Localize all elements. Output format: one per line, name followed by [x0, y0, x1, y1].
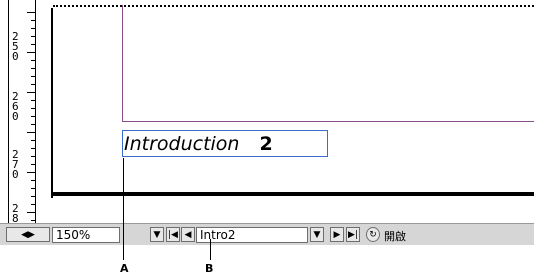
page-dropdown-button[interactable]: ▼	[310, 227, 324, 242]
dropdown-arrow-icon: ▼	[153, 229, 161, 240]
last-page-icon: ▶|	[348, 229, 358, 240]
callout-b: B	[205, 262, 214, 275]
ruler-tick	[31, 204, 35, 205]
page-menu-button[interactable]: ▼	[150, 227, 164, 242]
ruler-tick	[31, 148, 35, 149]
ruler-tick	[31, 84, 35, 85]
ruler-tick	[31, 20, 35, 21]
ruler-label: 2 5 0	[12, 30, 19, 63]
ruler-tick	[31, 76, 35, 77]
previous-page-button[interactable]: ◀	[181, 227, 195, 242]
first-page-icon: |◀	[168, 229, 178, 240]
scroll-toggle-button[interactable]: ◀▶	[6, 227, 50, 242]
ruler-tick	[27, 92, 35, 93]
zoom-field[interactable]: 150%	[52, 227, 120, 243]
margin-guide	[122, 5, 534, 122]
first-page-button[interactable]: |◀	[166, 227, 180, 242]
callout-line-a	[123, 158, 124, 260]
text-frame[interactable]: Introduction 2	[122, 130, 328, 157]
ruler-tick	[31, 36, 35, 37]
ruler-label: 2 7 0	[12, 148, 19, 181]
ruler-tick	[31, 196, 35, 197]
last-page-button[interactable]: ▶|	[346, 227, 360, 242]
open-file-button[interactable]: ↻	[366, 227, 380, 242]
ruler-tick	[27, 12, 35, 13]
section-heading: Introduction	[124, 133, 240, 155]
ruler-tick	[31, 116, 35, 117]
ruler-tick	[31, 220, 35, 221]
ruler-tick	[31, 60, 35, 61]
ruler-tick	[31, 180, 35, 181]
ruler-tick	[31, 68, 35, 69]
ruler-tick	[31, 156, 35, 157]
ruler-tick	[31, 44, 35, 45]
page-number-marker: 2	[259, 133, 273, 155]
status-text: 開啟	[384, 230, 406, 243]
ruler-tick	[27, 52, 35, 53]
ruler-tick	[31, 188, 35, 189]
ruler-tick	[31, 124, 35, 125]
ruler-tick	[31, 28, 35, 29]
callout-line-b	[210, 239, 211, 260]
page-edge	[51, 8, 53, 198]
document-canvas[interactable]: Introduction 2	[37, 0, 534, 233]
ruler-label: 2 8	[12, 202, 19, 225]
next-page-icon: ▶	[333, 229, 341, 240]
page-field[interactable]: Intro2	[196, 227, 308, 243]
scroll-toggle-icon: ◀▶	[21, 229, 35, 240]
ruler-tick	[31, 108, 35, 109]
status-bar: ◀▶ 150% ▼ |◀ ◀ Intro2 ▼ ▶ ▶| ↻ 開啟	[0, 223, 534, 245]
vertical-ruler[interactable]: 2 5 0 2 6 0 2 7 0 2 8	[8, 0, 36, 233]
next-page-button[interactable]: ▶	[330, 227, 344, 242]
ruler-tick	[27, 172, 35, 173]
dropdown-arrow-icon: ▼	[313, 229, 321, 240]
ruler-tick	[27, 132, 35, 133]
prev-page-icon: ◀	[184, 229, 192, 240]
open-file-icon: ↻	[369, 229, 377, 240]
callout-a: A	[120, 262, 129, 275]
ruler-label: 2 6 0	[12, 90, 19, 123]
ruler-tick	[27, 212, 35, 213]
ruler-tick	[31, 164, 35, 165]
ruler-tick	[31, 100, 35, 101]
ruler-tick	[31, 140, 35, 141]
